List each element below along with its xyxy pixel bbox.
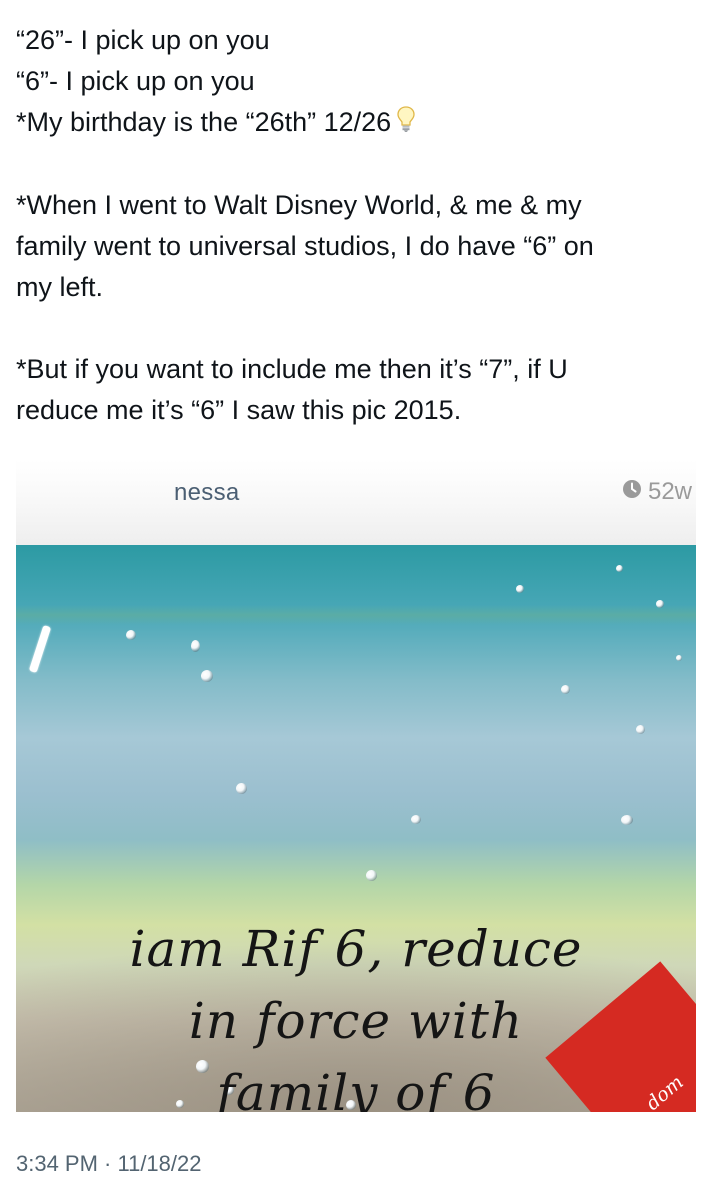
- tweet-timestamp[interactable]: 3:34 PM · 11/18/22: [16, 1151, 202, 1177]
- water-drop: [636, 725, 645, 734]
- media-photo: iam Rif 6, reduce in force with family o…: [16, 545, 696, 1112]
- water-drop: [676, 655, 682, 661]
- media-username: nessa: [174, 479, 240, 506]
- tweet-line-3: *My birthday is the “26th” 12/26: [16, 102, 696, 144]
- water-drop: [621, 815, 633, 825]
- media-header: nessa 52w: [16, 460, 696, 545]
- tweet-para2-line-3: my left.: [16, 272, 104, 303]
- media-time-ago: 52w: [647, 478, 692, 505]
- tweet-para3-line-1: *But if you want to include me then it’s…: [16, 354, 568, 385]
- tweet-para2-line-2: family went to universal studios, I do h…: [16, 231, 594, 262]
- tweet-line-2: “6”- I pick up on you: [16, 66, 255, 96]
- tweet-media-image[interactable]: nessa 52w iam Rif 6, reduce in force wit…: [16, 460, 696, 1112]
- water-drop: [561, 685, 570, 694]
- tweet-text: “26”- I pick up on you “6”- I pick up on…: [16, 20, 696, 431]
- caption-line-1: iam Rif 6, reduce: [129, 920, 583, 978]
- water-drop: [236, 783, 247, 794]
- water-drop: [366, 870, 377, 881]
- lightbulb-icon: [397, 103, 415, 144]
- water-drop: [516, 585, 524, 593]
- water-drop: [411, 815, 421, 824]
- water-drop: [126, 630, 136, 640]
- water-drop: [616, 565, 623, 572]
- tweet-para2-line-1: *When I went to Walt Disney World, & me …: [16, 190, 582, 221]
- water-drop: [191, 640, 200, 652]
- photo-band: [16, 605, 696, 625]
- water-drop: [201, 670, 213, 682]
- water-drop: [656, 600, 664, 608]
- tweet-line-3-text: *My birthday is the “26th” 12/26: [16, 107, 392, 137]
- photo-scratch: [28, 624, 52, 674]
- clock-icon: [622, 478, 642, 506]
- media-time: 52w: [622, 478, 692, 506]
- tweet-para3-line-2: reduce me it’s “6” I saw this pic 2015.: [16, 395, 462, 426]
- tweet-line-1: “26”- I pick up on you: [16, 25, 270, 55]
